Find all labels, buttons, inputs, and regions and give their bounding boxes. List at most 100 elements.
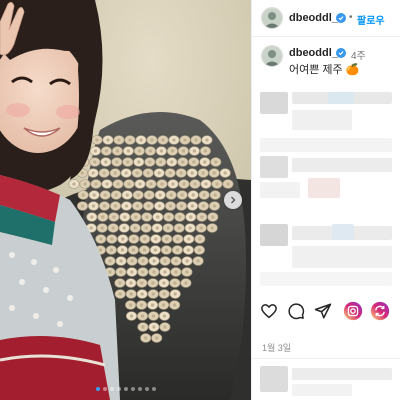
shell-center <box>159 149 163 153</box>
shell-center <box>162 303 166 307</box>
shell-center <box>99 237 103 241</box>
shell-center <box>163 325 167 329</box>
shell-center <box>193 182 197 186</box>
avatar[interactable] <box>261 7 283 29</box>
shell-center <box>91 204 96 208</box>
shell-center <box>151 292 155 296</box>
shell-center <box>115 149 119 153</box>
shell-center <box>173 303 177 307</box>
shell-center <box>161 138 165 142</box>
repost-badge-button[interactable] <box>369 300 391 322</box>
shell-center <box>197 248 201 252</box>
shell-center <box>93 149 97 153</box>
shell-center <box>152 270 156 274</box>
shell-center <box>95 138 99 142</box>
shell-center <box>179 204 184 208</box>
shell-center <box>152 325 156 329</box>
shell-center <box>182 182 186 186</box>
header-username[interactable]: dbeoddl_ <box>289 12 338 24</box>
shell-center <box>201 171 205 175</box>
shell-center <box>144 336 148 340</box>
shell-center <box>205 138 209 142</box>
shell-center <box>106 138 110 142</box>
shell-center <box>142 248 146 252</box>
shell-center <box>141 270 145 274</box>
send-icon <box>314 303 332 319</box>
shell-center <box>83 182 87 186</box>
shell-center <box>171 182 175 186</box>
instagram-badge-button[interactable] <box>342 300 364 322</box>
blurred-text <box>260 138 392 152</box>
like-button[interactable] <box>258 300 280 322</box>
shell-center <box>151 281 155 285</box>
shell-center <box>176 237 180 241</box>
header-separator: • <box>349 12 353 23</box>
carousel-dot <box>123 387 128 391</box>
shell-center <box>143 237 147 241</box>
shell-center <box>190 171 194 175</box>
shell-center <box>167 215 171 219</box>
shell-center <box>80 204 85 208</box>
blurred-avatar <box>260 224 288 246</box>
shell-center <box>119 259 123 263</box>
shell-center <box>202 193 206 197</box>
shell-center <box>94 182 98 186</box>
post-date[interactable]: 1월 3일 <box>262 341 291 354</box>
verified-badge-icon <box>336 13 346 23</box>
shell-center <box>80 171 84 175</box>
shell-center <box>150 138 154 142</box>
shell-center <box>186 248 190 252</box>
shell-center <box>104 149 108 153</box>
shell-center <box>128 138 132 142</box>
shell-center <box>168 204 173 208</box>
shell-center <box>172 138 176 142</box>
shell-center <box>145 215 149 219</box>
shell-center <box>134 215 138 219</box>
shell-center <box>135 204 140 208</box>
shell-center <box>200 215 204 219</box>
caption-time-ago[interactable]: 4주 <box>351 47 366 62</box>
post-actions <box>252 300 400 328</box>
shell-center <box>129 314 134 318</box>
shell-center <box>162 314 167 318</box>
shell-center <box>187 237 191 241</box>
shell-center <box>223 171 227 175</box>
shell-center <box>155 336 159 340</box>
shell-center <box>148 160 152 164</box>
shell-center <box>190 204 195 208</box>
shell-center <box>129 303 133 307</box>
shell-center <box>213 193 217 197</box>
caption-text: 어여쁜 제주 🍊 <box>289 64 360 76</box>
shell-center <box>131 248 135 252</box>
comment-icon <box>288 303 305 320</box>
shell-center <box>166 226 170 230</box>
blurred-text <box>328 92 354 104</box>
caption-avatar[interactable] <box>261 45 283 67</box>
shell-center <box>151 303 155 307</box>
shell-center <box>155 226 159 230</box>
follow-button[interactable]: 팔로우 <box>357 12 385 27</box>
shell-center <box>198 237 202 241</box>
shell-center <box>110 237 114 241</box>
shell-center <box>98 248 102 252</box>
blurred-avatar <box>260 92 288 114</box>
shell-center <box>159 160 163 164</box>
shell-center <box>152 259 156 263</box>
shell-center <box>183 138 187 142</box>
shell-center <box>192 149 196 153</box>
carousel-dot <box>144 387 149 391</box>
shell-center <box>151 314 156 318</box>
comment-button[interactable] <box>285 300 307 322</box>
shell-center <box>196 259 200 263</box>
shell-center <box>148 149 152 153</box>
caption-username[interactable]: dbeoddl_ <box>289 47 338 59</box>
post-photo[interactable] <box>0 0 251 400</box>
share-button[interactable] <box>312 300 334 322</box>
shell-center <box>112 215 116 219</box>
shell-center <box>125 193 129 197</box>
carousel-next-button[interactable] <box>224 191 242 209</box>
carousel-indicator <box>0 387 251 391</box>
shell-center <box>226 182 230 186</box>
shell-center <box>170 149 174 153</box>
shell-center <box>158 193 162 197</box>
